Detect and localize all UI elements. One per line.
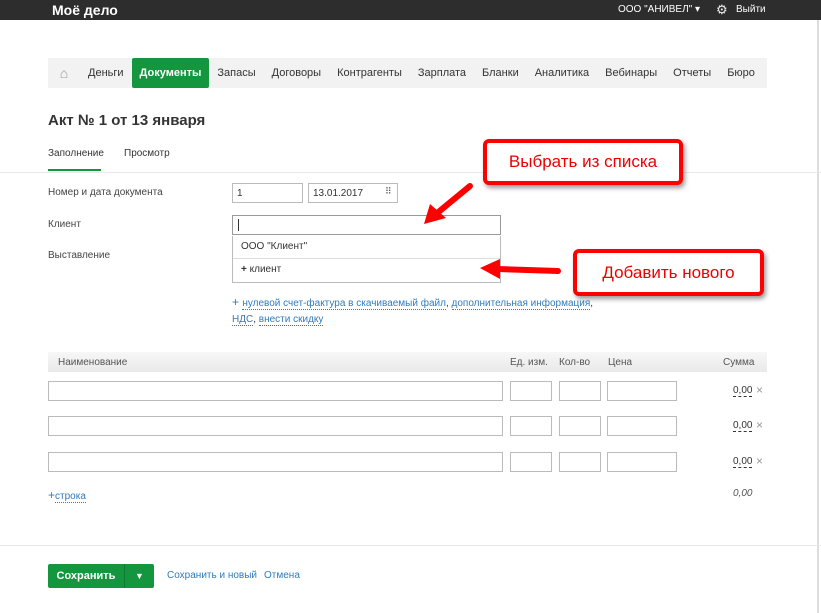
arrow-pick <box>433 183 473 217</box>
callout-add-new: Добавить нового <box>573 249 764 296</box>
arrow-add <box>495 266 561 274</box>
callout-pick-from-list: Выбрать из списка <box>483 139 683 185</box>
arrowhead <box>480 259 500 279</box>
annotation-arrows <box>424 183 561 279</box>
